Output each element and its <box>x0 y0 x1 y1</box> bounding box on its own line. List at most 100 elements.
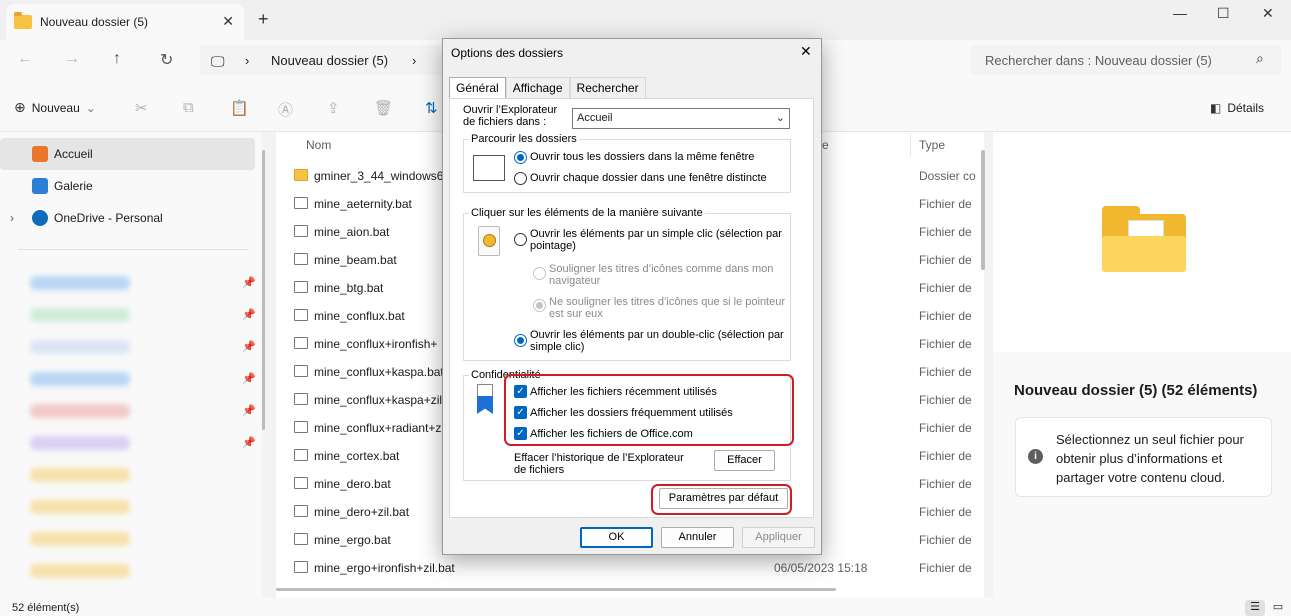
minimize-button[interactable]: — <box>1173 5 1187 21</box>
new-tab-button[interactable]: + <box>258 9 269 30</box>
rename-icon[interactable]: Ⓐ <box>278 99 293 120</box>
double-click-label-2: simple clic) <box>530 341 585 353</box>
window-preview-icon <box>473 155 505 181</box>
blurred-pinned-item[interactable] <box>30 436 130 450</box>
breadcrumb-separator[interactable]: › <box>245 53 249 68</box>
forward-button[interactable]: → <box>64 50 80 68</box>
file-row[interactable]: mine_ergo+ironfish+zil.bat 06/05/2023 15:… <box>276 554 976 582</box>
details-title: Nouveau dossier (5) (52 éléments) <box>1014 382 1258 399</box>
breadcrumb-separator-2[interactable]: › <box>412 53 416 68</box>
batch-file-icon <box>294 393 308 405</box>
blurred-pinned-item[interactable] <box>30 308 130 322</box>
column-header-name[interactable]: Nom <box>306 138 331 152</box>
horizontal-scrollbar[interactable] <box>276 588 836 591</box>
cut-icon[interactable]: ✂ <box>135 99 148 117</box>
pin-icon: 📌 <box>242 277 256 289</box>
share-icon[interactable]: ⇪ <box>327 99 340 117</box>
chevron-right-icon[interactable]: › <box>10 211 14 225</box>
tab-rechercher[interactable]: Rechercher <box>569 77 646 98</box>
tab-general[interactable]: Général <box>449 77 506 99</box>
column-divider[interactable] <box>910 134 911 156</box>
sidebar-item-accueil[interactable]: Accueil <box>0 138 255 170</box>
details-pane-icon: ◧ <box>1210 101 1222 115</box>
up-button[interactable]: ↑ <box>113 50 121 68</box>
file-list-scrollbar[interactable] <box>981 150 985 270</box>
breadcrumb[interactable]: Nouveau dossier (5) <box>271 53 388 68</box>
blurred-pinned-item[interactable] <box>30 372 130 386</box>
tab-affichage[interactable]: Affichage <box>505 77 570 98</box>
batch-file-icon <box>294 337 308 349</box>
tab-label: Nouveau dossier (5) <box>40 15 149 29</box>
sort-icon[interactable]: ⇅ <box>425 99 438 117</box>
dialog-close-icon[interactable]: ✕ <box>800 43 812 60</box>
dialog-title: Options des dossiers <box>451 46 564 60</box>
close-window-button[interactable]: ✕ <box>1262 5 1274 22</box>
new-label: Nouveau <box>31 100 80 115</box>
blurred-item[interactable] <box>30 564 130 578</box>
sidebar-scrollbar[interactable] <box>262 150 265 430</box>
radio-single-click[interactable] <box>514 233 527 246</box>
sidebar-divider <box>18 249 248 250</box>
blurred-item[interactable] <box>30 532 130 546</box>
file-type: Fichier de <box>919 533 972 547</box>
refresh-button[interactable]: ↻ <box>160 50 173 70</box>
open-in-select[interactable]: Accueil ⌄ <box>572 108 790 129</box>
blurred-pinned-item[interactable] <box>30 340 130 354</box>
apply-button[interactable]: Appliquer <box>742 527 815 548</box>
copy-icon[interactable]: ⧉ <box>183 99 194 116</box>
dialog-tabs: Général Affichage Rechercher <box>449 77 646 99</box>
ok-button[interactable]: OK <box>580 527 653 548</box>
blurred-item[interactable] <box>30 500 130 514</box>
radio-underline-point[interactable] <box>533 299 546 312</box>
radio-underline-browser[interactable] <box>533 267 546 280</box>
file-name: mine_conflux+radiant+z <box>314 421 442 435</box>
blurred-pinned-item[interactable] <box>30 276 130 290</box>
tiles-view-button[interactable]: ▭ <box>1268 600 1288 616</box>
underline-browser-label-2: navigateur <box>549 275 601 287</box>
blurred-item[interactable] <box>30 468 130 482</box>
tab-nouveau-dossier[interactable]: Nouveau dossier (5) ✕ <box>6 4 244 40</box>
file-type: Fichier de <box>919 393 972 407</box>
sidebar-item-onedrive[interactable]: › OneDrive - Personal <box>0 202 255 234</box>
file-name: mine_conflux+kaspa+zil <box>314 393 443 407</box>
search-icon[interactable]: ⌕ <box>1256 50 1264 67</box>
file-type: Fichier de <box>919 225 972 239</box>
zip-folder-icon <box>294 169 308 181</box>
paste-icon[interactable]: 📋 <box>230 99 249 117</box>
sidebar-item-galerie[interactable]: Galerie <box>0 170 255 202</box>
underline-point-label-2: est sur eux <box>549 308 603 320</box>
batch-file-icon <box>294 253 308 265</box>
search-placeholder: Rechercher dans : Nouveau dossier (5) <box>985 53 1212 68</box>
home-icon <box>32 146 48 162</box>
clear-history-button[interactable]: Effacer <box>714 450 775 471</box>
file-name: mine_beam.bat <box>314 253 397 267</box>
file-name: mine_aion.bat <box>314 225 390 239</box>
radio-new-window-label: Ouvrir chaque dossier dans une fenêtre d… <box>530 172 767 184</box>
blurred-pinned-item[interactable] <box>30 404 130 418</box>
pin-icon: 📌 <box>242 405 256 417</box>
single-click-label: Ouvrir les éléments par un simple clic (… <box>530 228 782 240</box>
new-button[interactable]: ⊕ Nouveau ⌄ <box>14 99 96 116</box>
underline-point-label: Ne souligner les titres d’icônes que si … <box>549 296 786 308</box>
maximize-button[interactable]: ☐ <box>1217 5 1230 22</box>
delete-icon[interactable]: 🗑 <box>374 99 393 117</box>
clear-history-label-2: de fichiers <box>514 464 565 476</box>
radio-double-click[interactable] <box>514 334 527 347</box>
radio-new-window[interactable] <box>514 172 527 185</box>
browse-group-title: Parcourir les dossiers <box>469 133 579 145</box>
item-count: 52 élément(s) <box>12 602 80 614</box>
back-button[interactable]: ← <box>17 50 33 68</box>
underline-browser-label: Souligner les titres d’icônes comme dans… <box>549 263 774 275</box>
column-header-date[interactable]: e <box>822 138 829 152</box>
details-view-button[interactable]: ☰ <box>1245 600 1265 616</box>
details-label: Détails <box>1227 101 1265 115</box>
onedrive-icon <box>32 210 48 226</box>
cancel-button[interactable]: Annuler <box>661 527 734 548</box>
pin-icon: 📌 <box>242 309 256 321</box>
batch-file-icon <box>294 477 308 489</box>
details-button[interactable]: ◧ Détails <box>1210 101 1264 115</box>
radio-same-window[interactable] <box>514 151 527 164</box>
tab-close-icon[interactable]: ✕ <box>222 13 234 30</box>
double-click-label: Ouvrir les éléments par un double-clic (… <box>530 329 784 341</box>
column-header-type[interactable]: Type <box>919 138 945 152</box>
